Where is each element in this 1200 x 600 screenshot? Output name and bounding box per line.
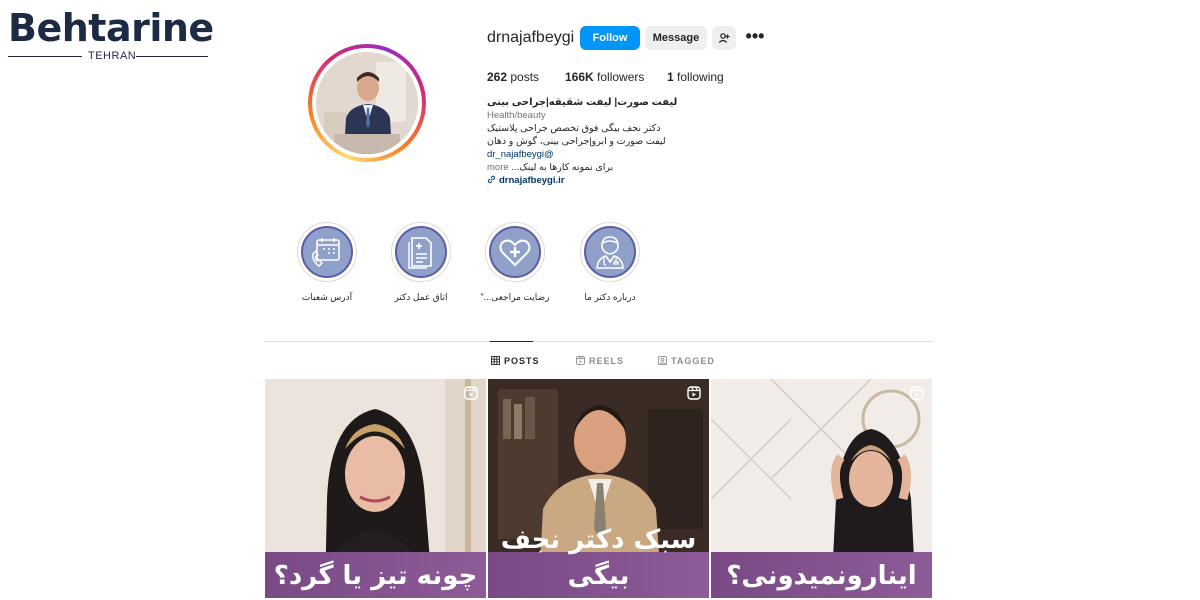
post-tile[interactable]: سبک دکتر نجف بیگی — [488, 379, 709, 598]
tabs-divider — [265, 341, 933, 342]
logo-subtitle-row: TEHRAN — [8, 49, 208, 63]
post-caption: چونه تیز یا گرد؟ — [273, 561, 478, 591]
bio-line-3: برای نمونه کارها به لینک... — [511, 162, 614, 173]
tab-label: TAGGED — [671, 356, 715, 366]
logo-subtitle: TEHRAN — [88, 50, 137, 62]
followers-count: 166K — [565, 70, 594, 84]
logo-wordmark: Behtarine — [8, 6, 214, 50]
post-tile[interactable]: چونه تیز یا گرد؟ — [265, 379, 486, 598]
posts-stat[interactable]: 262 posts — [487, 69, 539, 85]
post-caption: سبک دکتر نجف بیگی — [500, 525, 697, 591]
highlight-operating-room[interactable]: اتاق عمل دکتر — [391, 222, 451, 302]
medical-report-icon — [408, 237, 432, 269]
highlight-about-doctor[interactable]: درباره دکتر ما — [580, 222, 640, 302]
reels-icon — [576, 356, 585, 365]
highlight-branches[interactable]: آدرس شعبات — [297, 222, 357, 302]
highlight-label: درباره دکتر ما — [584, 292, 636, 302]
suggest-users-button[interactable] — [712, 26, 736, 50]
active-tab-indicator — [490, 341, 533, 342]
bio-more-link[interactable]: more — [487, 162, 509, 173]
doctor-icon — [596, 236, 624, 269]
profile-bio: لیفت صورت| لیفت شقیقه|جراحی بینی Health/… — [487, 96, 687, 187]
link-icon — [487, 175, 496, 184]
following-label: following — [677, 70, 724, 84]
bio-mention-link[interactable]: dr_najafbeygi@ — [487, 148, 687, 161]
post-caption: اینارونمیدونی؟ — [726, 561, 917, 591]
tag-icon — [658, 356, 667, 365]
posts-label: posts — [510, 70, 540, 84]
tab-label: REELS — [589, 356, 625, 366]
grid-icon — [491, 356, 500, 365]
highlight-label: رضایت مراجعی..." — [480, 292, 550, 302]
followers-stat[interactable]: 166K followers — [565, 69, 644, 85]
highlight-client-satisfaction[interactable]: رضایت مراجعی..." — [481, 222, 549, 302]
avatar-photo — [316, 52, 418, 154]
bio-line-1: دکتر نجف بیگی فوق تخصص جراحی پلاستیک — [487, 123, 661, 134]
watermark-logo: Behtarine TEHRAN — [8, 6, 214, 63]
tab-reels[interactable]: REELS — [576, 355, 624, 367]
message-button[interactable]: Message — [645, 26, 707, 50]
reel-icon — [910, 386, 924, 400]
follow-button[interactable]: Follow — [580, 26, 640, 50]
bio-category: Health/beauty — [487, 110, 546, 121]
profile-username: drnajafbeygi — [487, 29, 575, 46]
bio-line-2: لیفت صورت و ابرو|جراحی بینی، گوش و دهان — [487, 136, 666, 147]
calendar-phone-icon — [312, 238, 340, 267]
bio-name: لیفت صورت| لیفت شقیقه|جراحی بینی — [487, 97, 678, 108]
heart-cross-icon — [499, 239, 531, 267]
bio-website-link[interactable]: drnajafbeygi.ir — [487, 174, 687, 187]
profile-avatar[interactable] — [308, 44, 426, 162]
tab-label: POSTS — [504, 356, 540, 366]
tab-tagged[interactable]: TAGGED — [658, 355, 715, 367]
bio-website-text: drnajafbeygi.ir — [499, 175, 565, 186]
add-user-icon — [718, 33, 730, 43]
following-stat[interactable]: 1 following — [667, 69, 724, 85]
reel-icon — [687, 386, 701, 400]
posts-count: 262 — [487, 70, 508, 84]
tab-posts[interactable]: POSTS — [491, 355, 540, 367]
reel-icon — [464, 386, 478, 400]
followers-label: followers — [597, 70, 645, 84]
post-tile[interactable]: اینارونمیدونی؟ — [711, 379, 932, 598]
following-count: 1 — [667, 70, 674, 84]
more-options-icon[interactable]: ••• — [745, 27, 765, 47]
